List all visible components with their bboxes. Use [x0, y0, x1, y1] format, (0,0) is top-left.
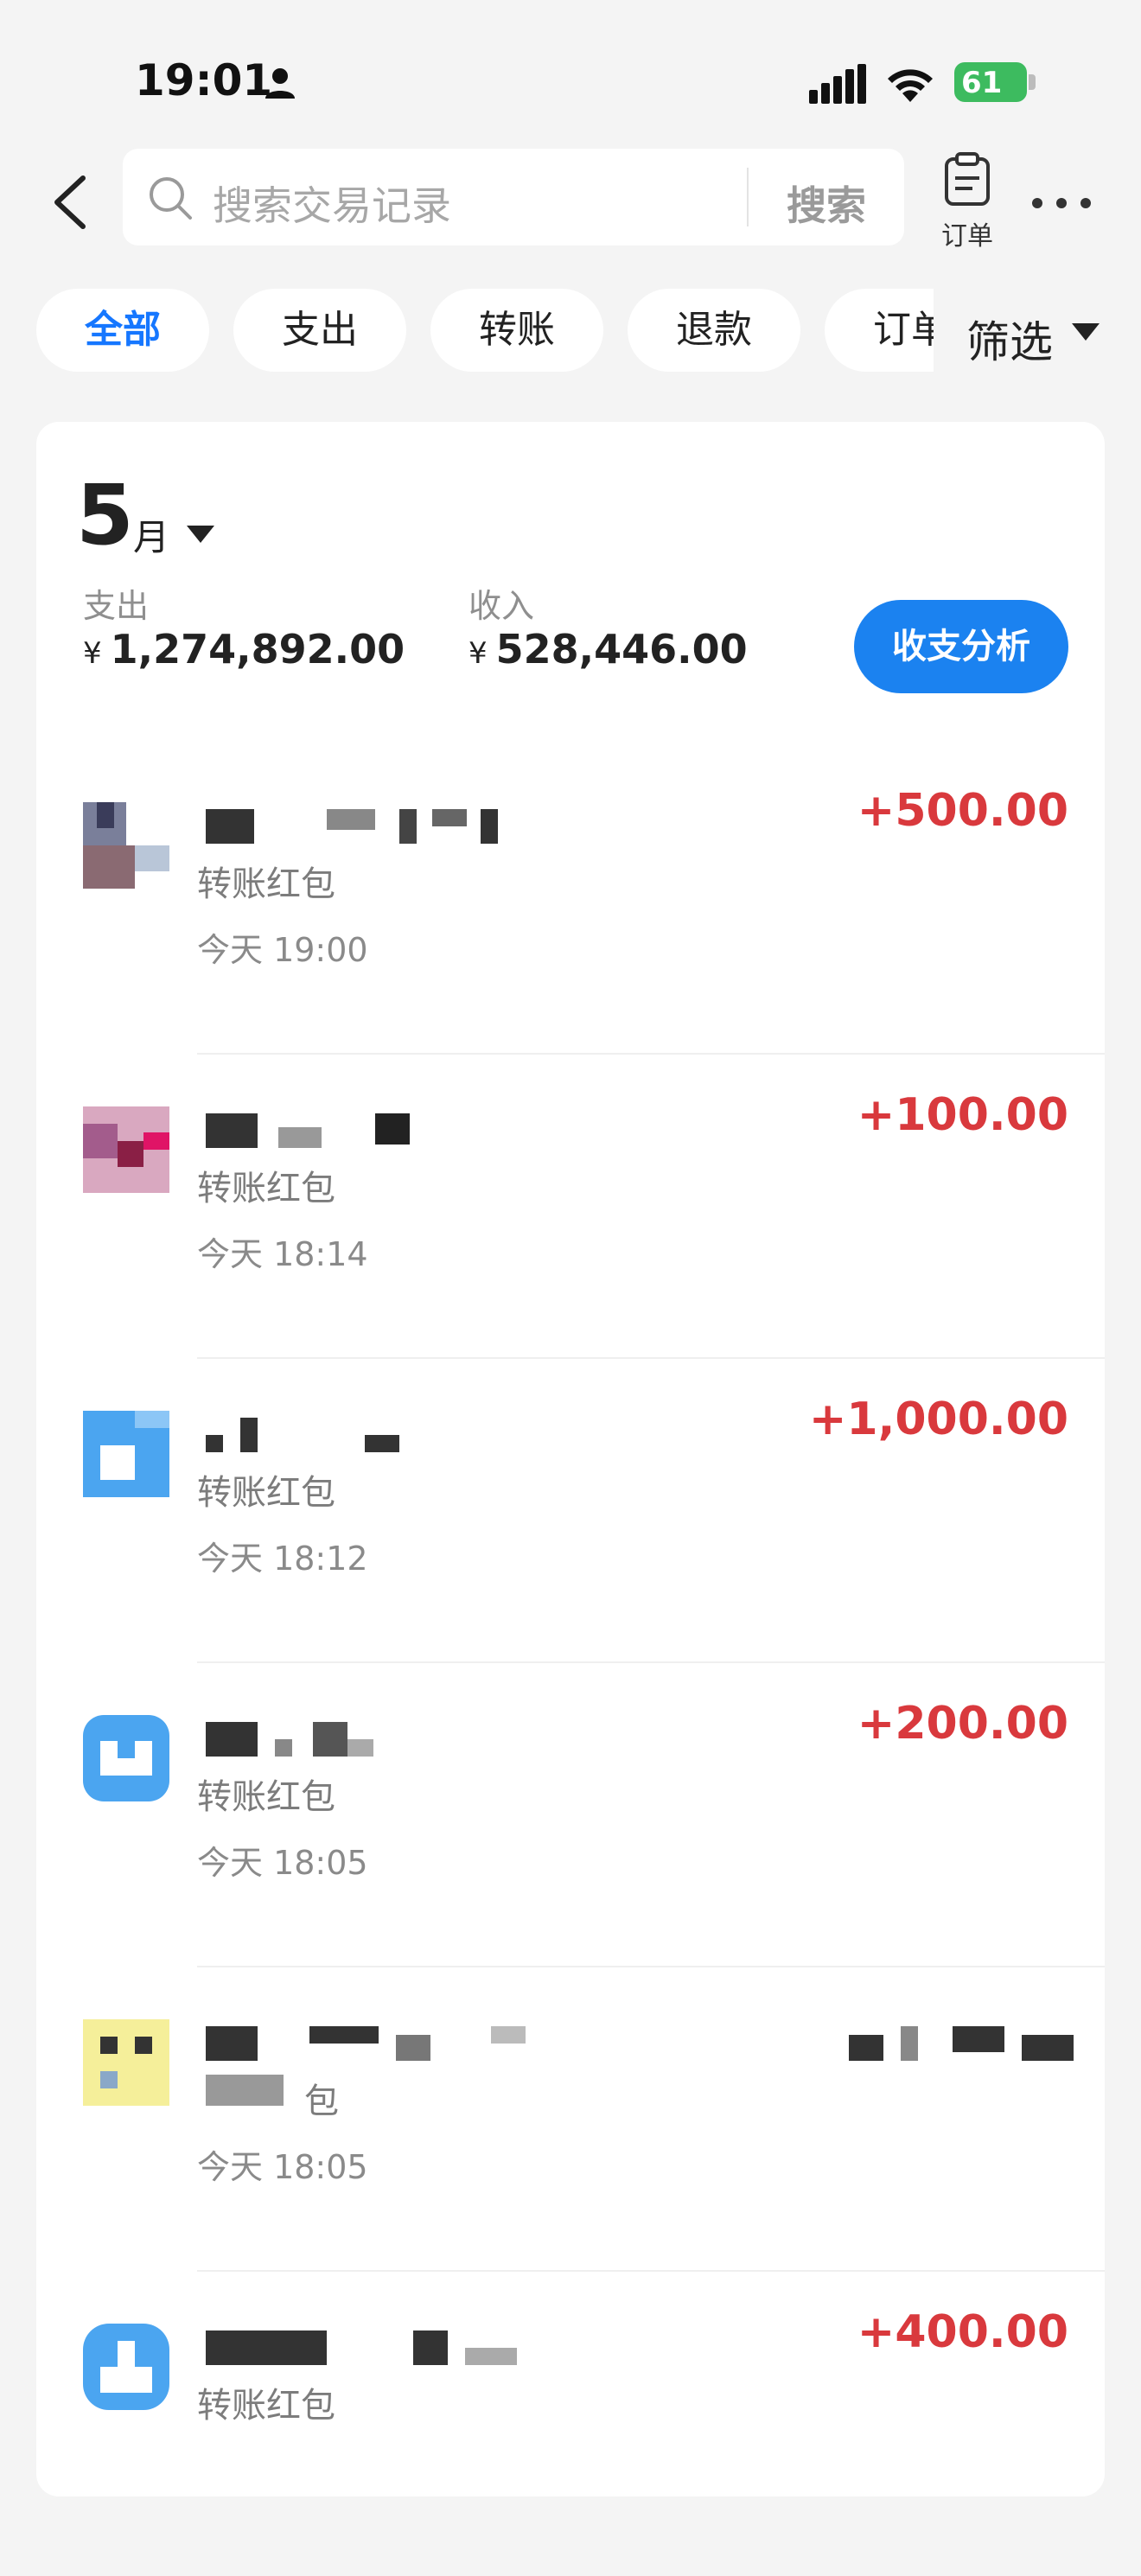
transaction-time: 今天 18:05: [197, 2148, 368, 2186]
currency-symbol: ¥: [83, 636, 102, 671]
battery-tip: [1029, 74, 1036, 90]
order-label: 订单: [941, 221, 993, 252]
transaction-title: 转账红包: [197, 864, 335, 904]
avatar: [83, 1106, 169, 1193]
tab-refund[interactable]: 退款: [628, 289, 800, 372]
income-label: 收入: [469, 587, 535, 625]
transaction-row[interactable]: 转账红包 今天 18:12 +1,000.00: [36, 1359, 1105, 1663]
filter-button[interactable]: 筛选: [934, 289, 1141, 372]
transaction-time: 今天 18:14: [197, 1235, 368, 1273]
tab-expense[interactable]: 支出: [233, 289, 406, 372]
transaction-row[interactable]: 包 今天 18:05: [36, 1967, 1105, 2272]
transaction-row[interactable]: 转账红包 今天 19:00 +500.00: [36, 750, 1105, 1055]
month-selector[interactable]: 5: [76, 467, 134, 564]
redacted-name: [206, 2023, 526, 2063]
search-divider: [747, 168, 749, 226]
caret-down-icon: [1072, 323, 1100, 341]
transaction-amount: +200.00: [857, 1698, 1068, 1750]
transaction-title: 转账红包: [197, 1777, 335, 1817]
cellular-signal-icon: [809, 64, 866, 104]
battery-level: 61: [961, 66, 1003, 100]
income-value: ¥528,446.00: [469, 626, 748, 673]
transaction-title: 包: [304, 2082, 339, 2121]
redacted-name: [206, 1414, 517, 1454]
search-input[interactable]: 搜索交易记录: [213, 175, 451, 232]
redacted-name: [206, 806, 517, 845]
clipboard-icon: [945, 152, 990, 206]
expense-amount: 1,274,892.00: [110, 626, 405, 673]
search-icon: [150, 177, 192, 220]
battery-indicator: 61: [954, 62, 1027, 102]
redacted-title: [206, 2075, 284, 2106]
avatar: [83, 1715, 169, 1801]
analysis-button[interactable]: 收支分析: [854, 600, 1068, 693]
transaction-time: 今天 18:12: [197, 1540, 368, 1578]
person-icon: [265, 68, 295, 99]
redacted-name: [206, 1718, 517, 1758]
tab-all[interactable]: 全部: [36, 289, 209, 372]
wifi-icon: [888, 69, 933, 102]
income-amount: 528,446.00: [495, 626, 748, 673]
transaction-amount: +100.00: [857, 1089, 1068, 1141]
transaction-title: 转账红包: [197, 1169, 335, 1208]
chevron-left-icon[interactable]: [50, 175, 90, 230]
tab-transfer[interactable]: 转账: [430, 289, 603, 372]
transaction-amount: +1,000.00: [808, 1393, 1068, 1445]
search-bar[interactable]: 搜索交易记录 搜索: [123, 149, 904, 245]
transaction-time: 今天 18:05: [197, 1844, 368, 1882]
currency-symbol: ¥: [469, 636, 488, 671]
transaction-amount: +400.00: [857, 2306, 1068, 2358]
avatar: [83, 2019, 169, 2106]
transactions-card: 5 月 支出 ¥1,274,892.00 收入 ¥528,446.00 收支分析…: [36, 422, 1105, 2496]
transaction-title: 转账红包: [197, 1473, 335, 1513]
more-icon[interactable]: [1027, 190, 1096, 216]
transaction-row[interactable]: 转账红包 +400.00: [36, 2272, 1105, 2576]
redacted-amount: [849, 2023, 1074, 2063]
avatar: [83, 2324, 169, 2410]
status-time: 19:01: [135, 55, 273, 105]
transaction-row[interactable]: 转账红包 今天 18:14 +100.00: [36, 1055, 1105, 1359]
status-bar: 19:01 61: [0, 0, 1141, 130]
avatar: [83, 1411, 169, 1497]
expense-value: ¥1,274,892.00: [83, 626, 405, 673]
redacted-name: [206, 2327, 517, 2367]
transaction-amount: +500.00: [857, 785, 1068, 837]
transaction-time: 今天 19:00: [197, 931, 368, 969]
caret-down-icon[interactable]: [185, 524, 216, 545]
month-unit[interactable]: 月: [133, 508, 169, 561]
redacted-name: [206, 1110, 517, 1150]
order-button[interactable]: 订单: [937, 152, 998, 252]
search-button[interactable]: 搜索: [787, 175, 866, 232]
transaction-row[interactable]: 转账红包 今天 18:05 +200.00: [36, 1663, 1105, 1967]
filter-label: 筛选: [966, 317, 1053, 367]
avatar: [83, 802, 169, 889]
expense-label: 支出: [83, 587, 150, 625]
transaction-title: 转账红包: [197, 2386, 335, 2426]
